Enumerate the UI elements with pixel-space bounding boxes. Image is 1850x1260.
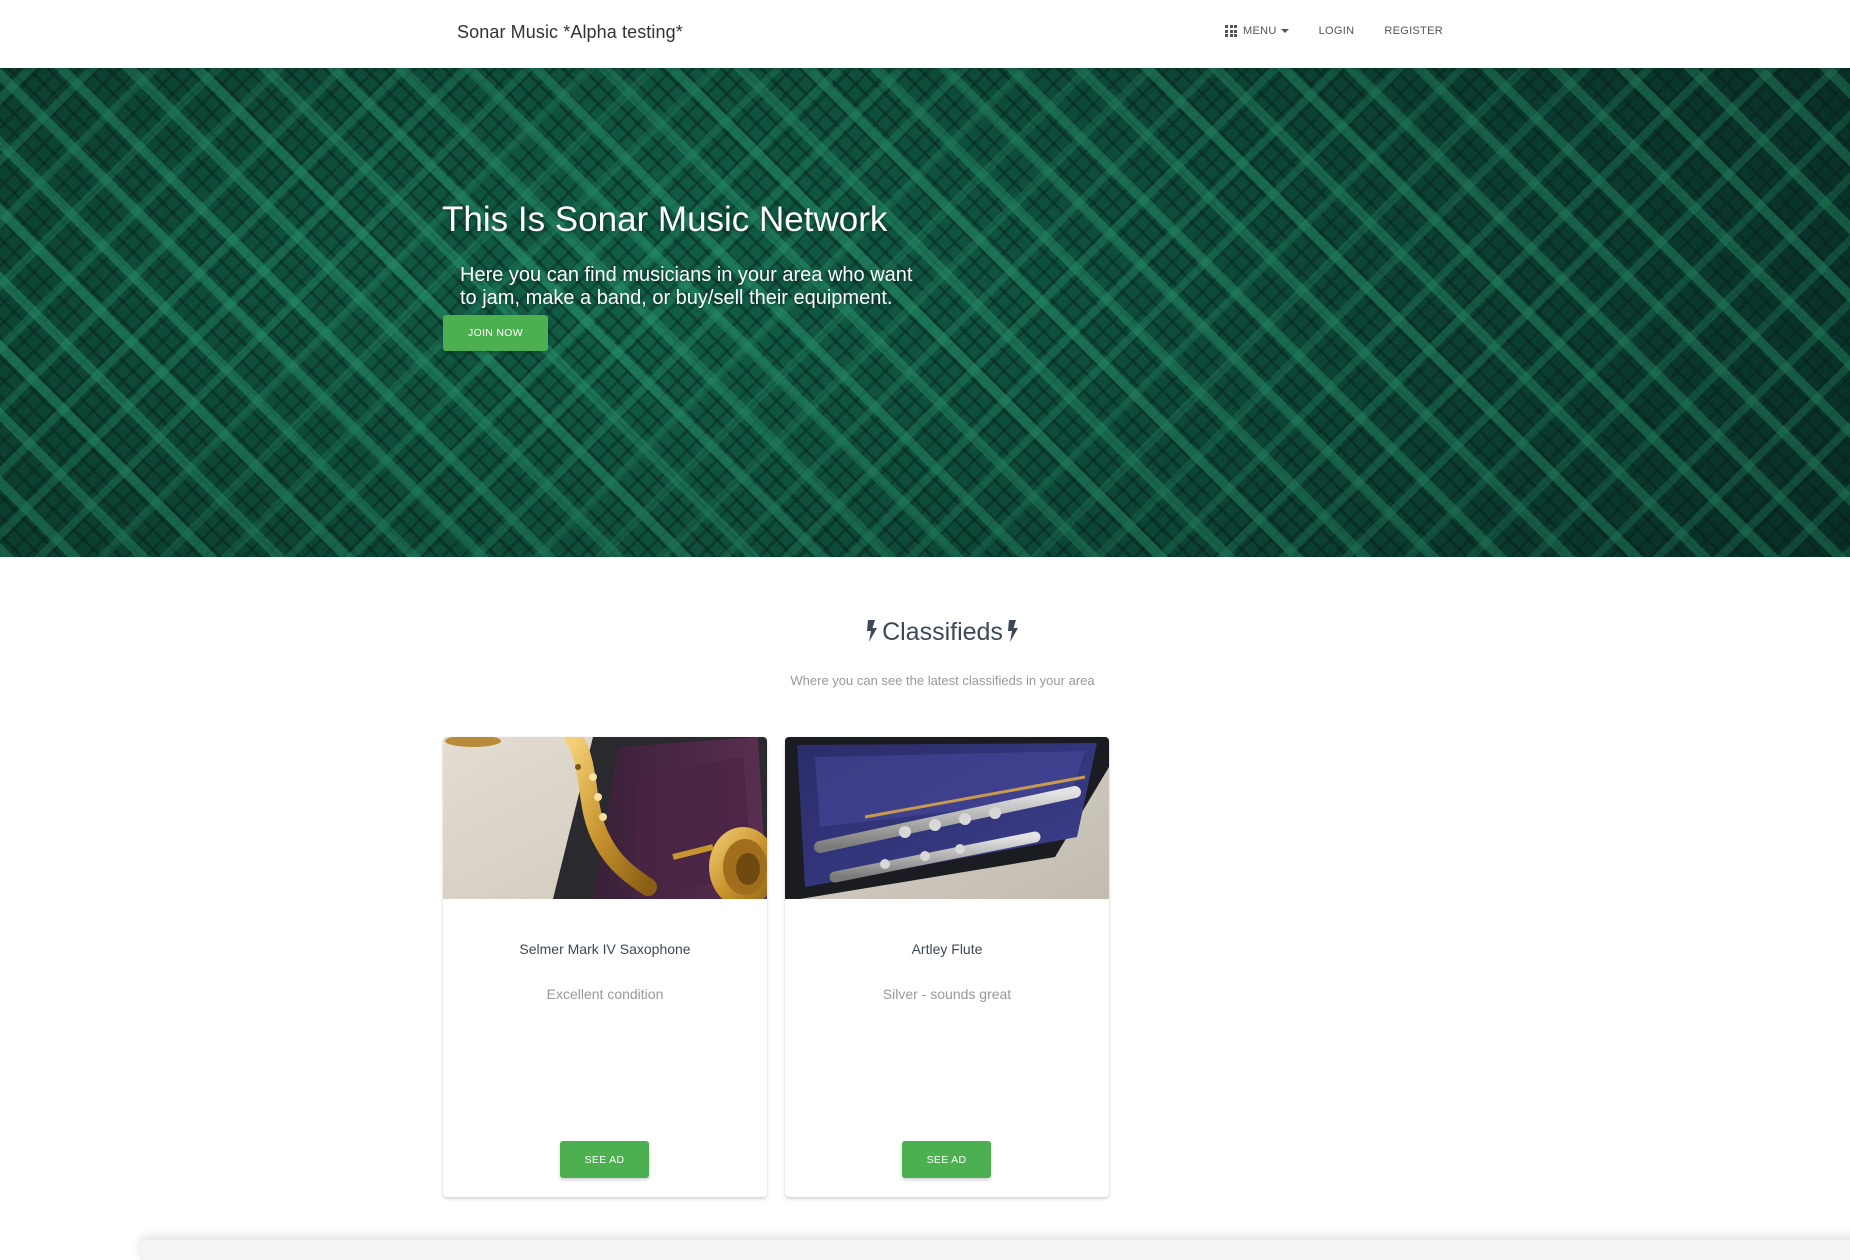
register-link[interactable]: REGISTER [1384,25,1443,37]
lightning-bolt-icon [867,620,878,642]
top-navbar: Sonar Music *Alpha testing* MENU LOGIN R… [0,0,1850,68]
apps-grid-icon [1225,25,1237,37]
classified-card: Selmer Mark IV Saxophone Excellent condi… [443,737,767,1197]
card-description: Excellent condition [546,986,664,1002]
see-ad-button[interactable]: SEE AD [560,1141,649,1178]
flute-image[interactable] [785,737,1109,899]
login-link[interactable]: LOGIN [1319,25,1355,37]
brand-link[interactable]: Sonar Music *Alpha testing* [457,22,683,43]
hero-subtitle: Here you can find musicians in your area… [460,264,913,309]
footer-edge [140,1240,1850,1260]
hero-banner: This Is Sonar Music Network Here you can… [0,68,1850,557]
hero-title: This Is Sonar Music Network [442,200,888,239]
nav-links: MENU LOGIN REGISTER [1225,25,1443,37]
classifieds-subtitle: Where you can see the latest classifieds… [790,673,1095,688]
saxophone-image[interactable] [443,737,767,899]
card-title[interactable]: Artley Flute [785,941,1109,957]
classified-card: Artley Flute Silver - sounds great SEE A… [785,737,1109,1197]
card-title[interactable]: Selmer Mark IV Saxophone [443,941,767,957]
join-now-button[interactable]: JOIN NOW [443,315,548,351]
menu-label: MENU [1243,25,1277,37]
caret-down-icon [1280,29,1289,33]
classifieds-title: Classifieds [882,618,1003,646]
lightning-bolt-icon [1007,620,1018,642]
menu-dropdown[interactable]: MENU [1225,25,1289,37]
classifieds-heading: Classifieds [0,618,1850,647]
card-description: Silver - sounds great [882,986,1012,1002]
see-ad-button[interactable]: SEE AD [902,1141,991,1178]
